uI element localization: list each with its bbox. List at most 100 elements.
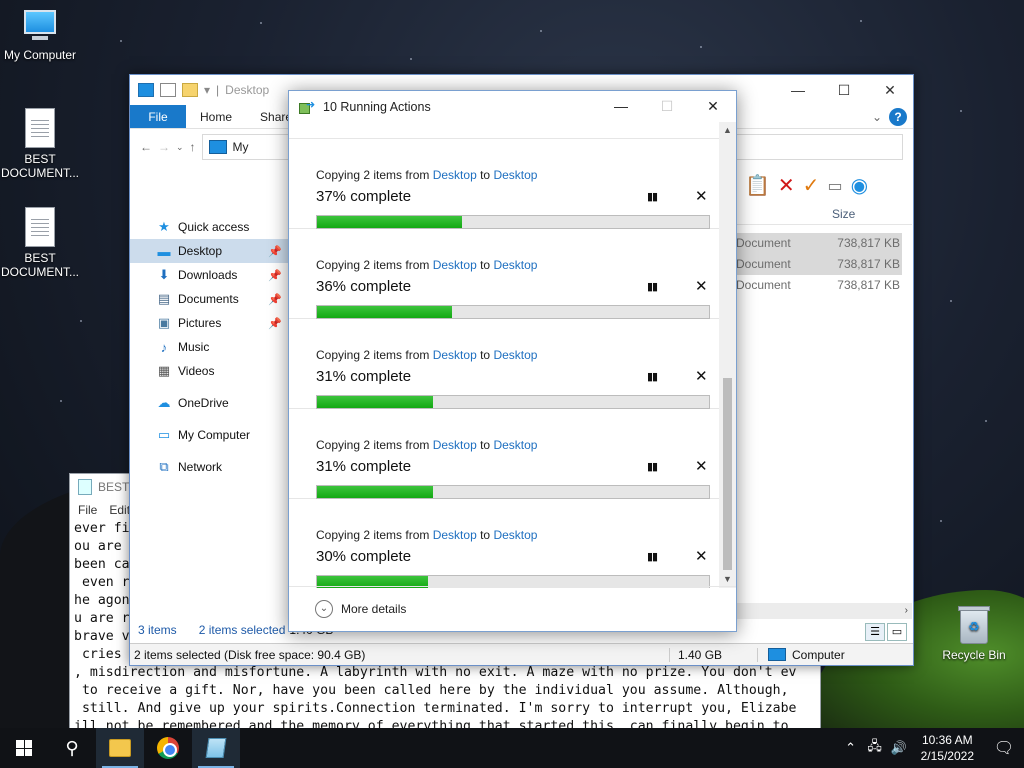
nav-item-music[interactable]: ♪ Music [130,335,288,359]
scroll-up-icon[interactable]: ▲ [719,122,736,139]
copy-operation: Copying 2 items from Desktop to Desktop 3… [289,499,719,588]
source-link[interactable]: Desktop [433,168,477,182]
pause-icon[interactable]: ▮▮ [647,280,658,293]
nav-item-quick-access[interactable]: ★ Quick access [130,215,288,239]
clock-date: 2/15/2022 [920,749,974,763]
taskbar-notepad[interactable] [192,728,240,768]
pin-icon[interactable]: 📌 [268,317,282,330]
scroll-right-icon[interactable]: › [905,603,908,619]
file-row[interactable]: Document 738,817 KB [736,233,902,254]
explorer-status-bar: 2 items selected (Disk free space: 90.4 … [130,643,913,665]
desktop-icon-document-1[interactable]: BEST DOCUMENT... [0,108,80,180]
dialog-minimize-button[interactable]: — [598,91,644,122]
desktop-icon-document-2[interactable]: BEST DOCUMENT... [0,207,80,279]
recycle-bin-icon: ♻ [958,604,990,644]
close-button[interactable]: ✕ [867,75,913,105]
show-hidden-icons-icon[interactable]: ⌃ [839,740,863,756]
desktop-icon-recycle-bin[interactable]: ♻ Recycle Bin [934,604,1014,662]
chevron-down-icon[interactable]: ⌄ [865,105,889,128]
pin-icon[interactable]: 📌 [268,293,282,306]
details-view-button[interactable]: ☰ [865,623,885,641]
destination-link[interactable]: Desktop [493,258,537,272]
taskbar-chrome[interactable] [144,728,192,768]
large-icons-view-button[interactable]: ▭ [887,623,907,641]
file-row[interactable]: Document 738,817 KB [736,254,902,275]
menu-file[interactable]: File [78,503,97,517]
source-link[interactable]: Desktop [433,348,477,362]
tab-file[interactable]: File [130,105,186,128]
pause-icon[interactable]: ▮▮ [647,190,658,203]
pause-icon[interactable]: ▮▮ [647,550,658,563]
pin-icon[interactable]: 📌 [268,245,282,258]
horizontal-scrollbar[interactable]: › [736,603,912,619]
rename-icon[interactable]: ▭ [827,176,842,196]
volume-icon[interactable]: 🔊 [887,740,911,756]
file-row[interactable]: Document 738,817 KB [736,275,902,296]
nav-item-downloads[interactable]: ⬇ Downloads 📌 [130,263,288,287]
pause-icon[interactable]: ▮▮ [647,460,658,473]
delete-x-icon[interactable]: ✕ [778,173,795,198]
dialog-close-button[interactable]: ✕ [690,91,736,122]
pin-icon[interactable]: 📌 [268,269,282,282]
source-link[interactable]: Desktop [433,528,477,542]
scrollbar-thumb[interactable] [723,378,732,570]
start-button[interactable] [0,728,48,768]
network-icon[interactable]: 🖧 [863,737,887,759]
more-details-toggle[interactable]: ⌄ More details [289,586,736,631]
destination-link[interactable]: Desktop [493,168,537,182]
source-link[interactable]: Desktop [433,438,477,452]
pause-icon[interactable]: ▮▮ [647,370,658,383]
tab-home[interactable]: Home [186,105,246,128]
copy-operation: Copying 2 items from Desktop to Desktop 3… [289,229,719,319]
nav-item-label: My Computer [178,428,251,442]
destination-link[interactable]: Desktop [493,438,537,452]
taskbar-file-explorer[interactable] [96,728,144,768]
status-selection-info: 2 items selected (Disk free space: 90.4 … [130,647,670,662]
percent-complete: 31% complete [316,368,412,385]
dialog-vertical-scrollbar[interactable]: ▲ ▼ [719,122,736,588]
clipboard-icon[interactable]: 📋 [745,173,770,198]
column-size-header[interactable]: Size [832,207,855,221]
chevron-down-icon[interactable]: ⌄ [315,600,333,618]
minimize-button[interactable]: — [775,75,821,105]
nav-item-desktop[interactable]: ▬ Desktop 📌 [130,239,288,263]
destination-link[interactable]: Desktop [493,348,537,362]
destination-link[interactable]: Desktop [493,528,537,542]
new-folder-icon[interactable] [182,83,198,97]
maximize-button[interactable]: ☐ [821,75,867,105]
operation-mid: to [476,258,494,272]
cancel-icon[interactable]: ✕ [695,367,708,385]
cancel-icon[interactable]: ✕ [695,547,708,565]
customize-toolbar-icon[interactable]: ▾ [204,83,210,97]
cancel-icon[interactable]: ✕ [695,457,708,475]
computer-icon: ▭ [157,427,171,442]
up-arrow-icon[interactable]: ↑ [190,140,196,154]
nav-item-videos[interactable]: ▦ Videos [130,359,288,383]
operation-prefix: Copying 2 items from [316,348,433,362]
nav-item-onedrive[interactable]: ☁ OneDrive [130,391,288,415]
nav-item-documents[interactable]: ▤ Documents 📌 [130,287,288,311]
clock[interactable]: 10:36 AM 2/15/2022 [921,732,974,764]
operation-description: Copying 2 items from Desktop to Desktop [316,168,537,182]
nav-item-my-computer[interactable]: ▭ My Computer [130,423,288,447]
cancel-icon[interactable]: ✕ [695,277,708,295]
nav-item-network[interactable]: ⧉ Network [130,455,288,479]
notification-icon[interactable]: 🗨 [984,738,1024,758]
recent-locations-icon[interactable]: ⌄ [176,142,184,153]
percent-complete: 37% complete [316,188,412,205]
help-icon[interactable]: ? [889,108,907,126]
copy-operation: Copying 2 items from Desktop to Desktop 3… [289,409,719,499]
desktop-icon: ▬ [157,243,171,259]
checkmark-icon[interactable]: ✓ [803,173,820,198]
desktop-icon-my-computer[interactable]: My Computer [0,10,80,62]
source-link[interactable]: Desktop [433,258,477,272]
copy-progress-dialog[interactable]: 10 Running Actions — ☐ ✕ Copying 2 items… [288,90,737,632]
search-button[interactable]: ⚲ [48,728,96,768]
menu-edit[interactable]: Edit [109,503,130,517]
globe-icon[interactable]: ◉ [851,173,868,198]
forward-arrow-icon[interactable]: → [158,140,170,154]
nav-item-pictures[interactable]: ▣ Pictures 📌 [130,311,288,335]
back-arrow-icon[interactable]: ← [140,140,152,154]
properties-icon[interactable] [160,83,176,97]
cancel-icon[interactable]: ✕ [695,187,708,205]
